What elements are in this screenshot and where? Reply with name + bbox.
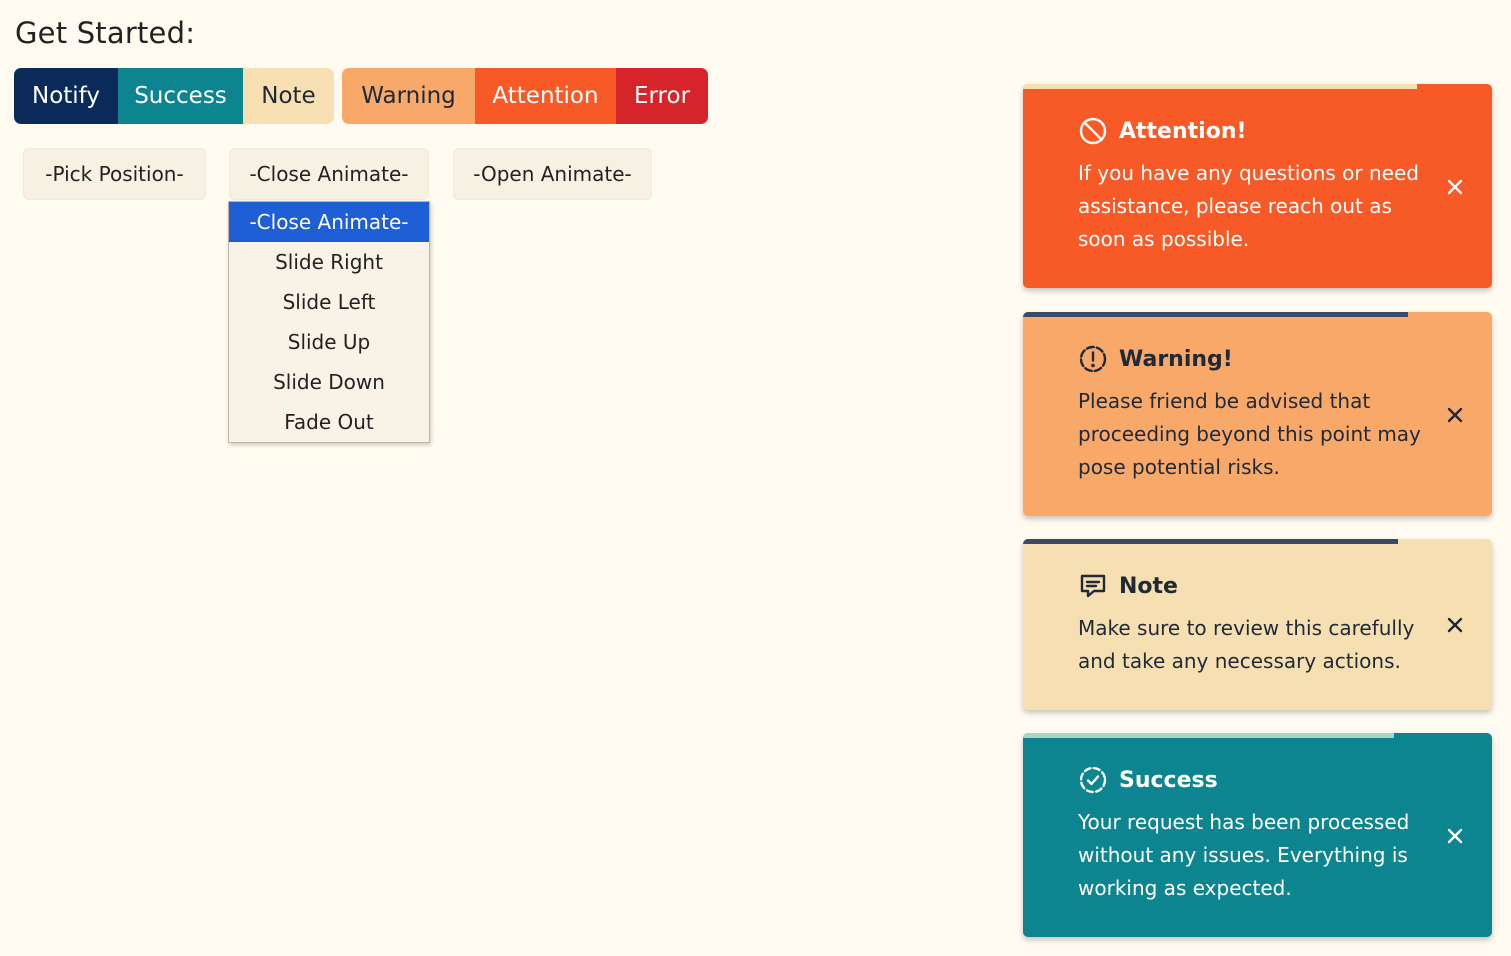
dropdown-option[interactable]: Slide Up bbox=[229, 322, 429, 362]
close-animate-select[interactable]: -Close Animate- bbox=[229, 148, 429, 200]
toast-message: If you have any questions or need assist… bbox=[1078, 161, 1419, 251]
attention-button[interactable]: Attention bbox=[475, 68, 616, 124]
close-icon[interactable] bbox=[1444, 825, 1466, 847]
notify-button[interactable]: Notify bbox=[14, 68, 118, 124]
dropdown-option[interactable]: Slide Down bbox=[229, 362, 429, 402]
toast-message: Make sure to review this carefully and t… bbox=[1078, 616, 1415, 673]
toast-attention: Attention! If you have any questions or … bbox=[1023, 84, 1492, 288]
toast-message: Your request has been processed without … bbox=[1078, 810, 1410, 900]
toast-title: Success bbox=[1119, 767, 1218, 793]
dropdown-option[interactable]: Slide Left bbox=[229, 282, 429, 322]
exclamation-circle-icon bbox=[1078, 344, 1108, 374]
message-icon bbox=[1078, 571, 1108, 601]
toast-success: Success Your request has been processed … bbox=[1023, 733, 1492, 937]
toast-progress-bar bbox=[1023, 312, 1408, 317]
close-icon[interactable] bbox=[1444, 614, 1466, 636]
toast-message: Please friend be advised that proceeding… bbox=[1078, 389, 1421, 479]
warning-button[interactable]: Warning bbox=[342, 68, 475, 124]
toast-progress-bar bbox=[1023, 539, 1399, 544]
toast-title: Note bbox=[1119, 573, 1178, 599]
notify-button-group-alerts: Warning Attention Error bbox=[342, 68, 708, 124]
close-icon[interactable] bbox=[1444, 176, 1466, 198]
position-select[interactable]: -Pick Position- bbox=[23, 148, 206, 200]
toast-warning: Warning! Please friend be advised that p… bbox=[1023, 312, 1492, 516]
page-title: Get Started: bbox=[15, 16, 196, 50]
toast-progress-bar bbox=[1023, 733, 1394, 738]
error-button[interactable]: Error bbox=[616, 68, 708, 124]
no-entry-icon bbox=[1078, 116, 1108, 146]
toast-title: Warning! bbox=[1119, 346, 1233, 372]
dropdown-option[interactable]: Fade Out bbox=[229, 402, 429, 442]
close-animate-dropdown: -Close Animate- Slide Right Slide Left S… bbox=[228, 201, 430, 443]
notify-button-group-primary: Notify Success Note bbox=[14, 68, 334, 124]
dropdown-option[interactable]: Slide Right bbox=[229, 242, 429, 282]
toast-progress-bar bbox=[1023, 84, 1417, 89]
success-button[interactable]: Success bbox=[118, 68, 243, 124]
toast-note: Note Make sure to review this carefully … bbox=[1023, 539, 1492, 710]
note-button[interactable]: Note bbox=[243, 68, 334, 124]
check-circle-icon bbox=[1078, 765, 1108, 795]
close-icon[interactable] bbox=[1444, 404, 1466, 426]
dropdown-option[interactable]: -Close Animate- bbox=[229, 202, 429, 242]
toast-title: Attention! bbox=[1119, 118, 1247, 144]
open-animate-select[interactable]: -Open Animate- bbox=[453, 148, 652, 200]
